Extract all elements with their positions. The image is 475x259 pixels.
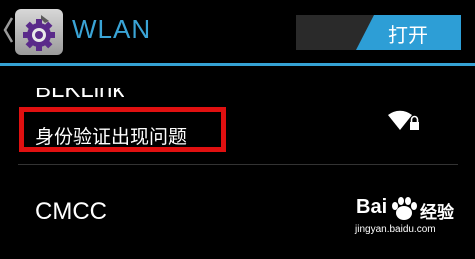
watermark-brand-suffix: 经验 <box>420 203 454 223</box>
wifi-locked-icon <box>388 110 419 130</box>
back-chevron-icon[interactable] <box>2 16 14 44</box>
action-bar: WLAN 打开 <box>0 0 475 62</box>
watermark-url: jingyan.baidu.com <box>355 224 436 235</box>
network-item[interactable]: BLKLink 身份验证出现问题 <box>0 66 475 164</box>
page-title: WLAN <box>72 14 152 44</box>
watermark-brand: Bai <box>356 196 388 218</box>
baidu-watermark: Bai 经验 jingyan.baidu.com <box>352 196 475 246</box>
wlan-toggle[interactable]: 打开 <box>296 15 461 50</box>
settings-app-icon[interactable] <box>15 9 63 55</box>
network-ssid: BLKLink <box>35 88 125 103</box>
highlight-box <box>19 107 226 152</box>
gear-icon <box>23 15 55 51</box>
toggle-label: 打开 <box>388 23 428 47</box>
paw-icon <box>392 197 417 220</box>
network-ssid: CMCC <box>35 198 107 225</box>
